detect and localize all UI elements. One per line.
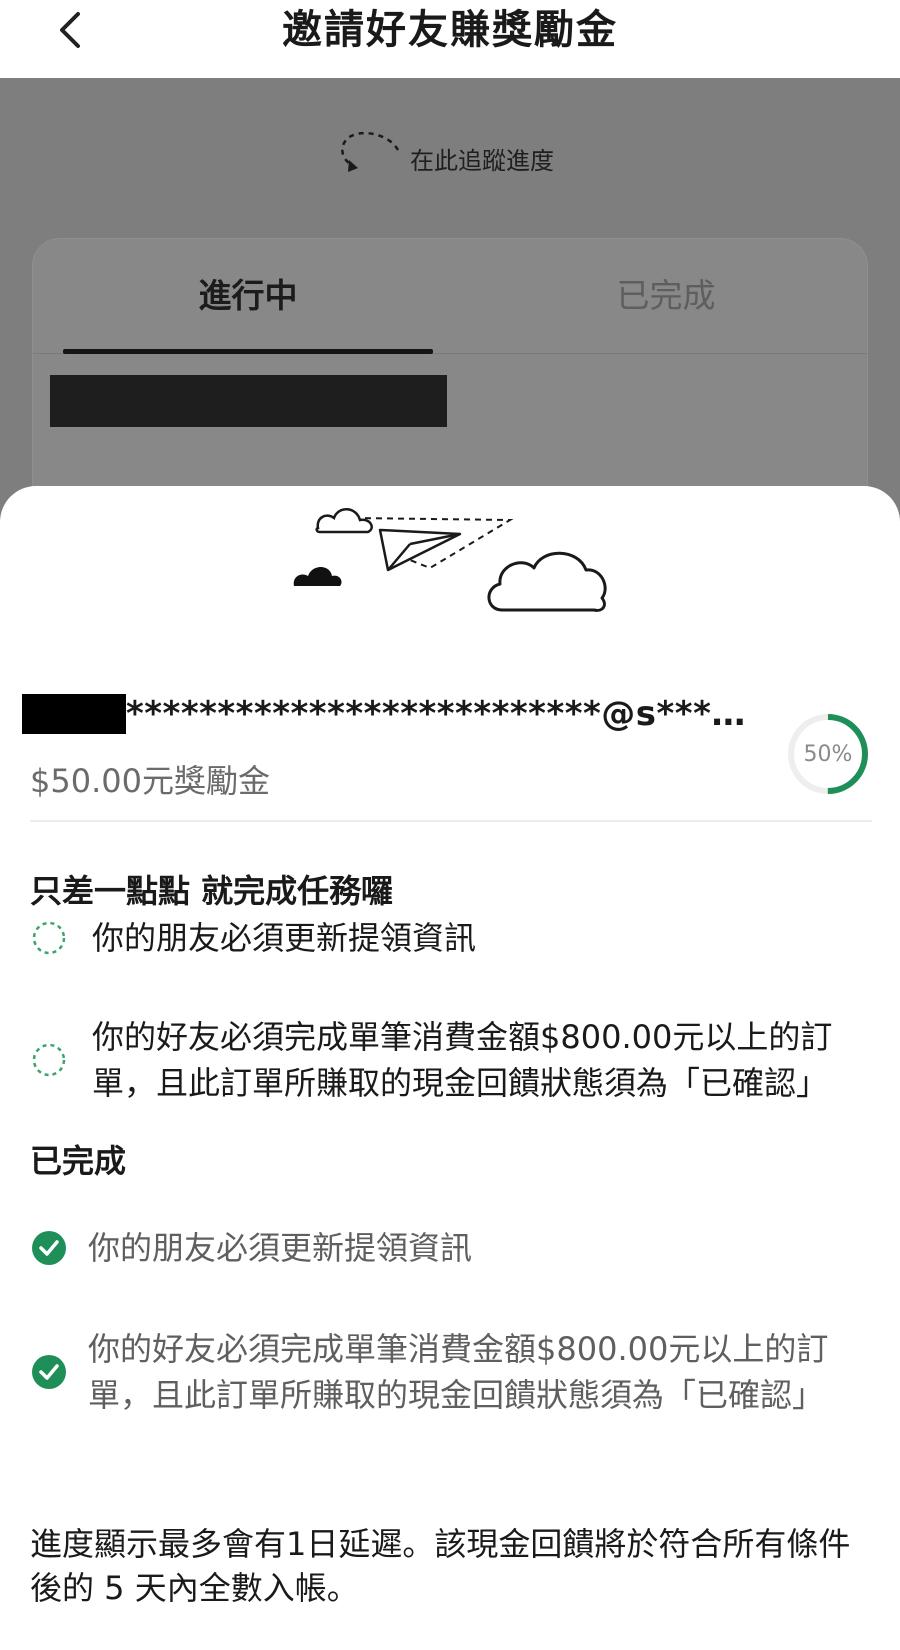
completed-task-2: 你的好友必須完成單筆消費金額$800.00元以上的訂單，且此訂單所賺取的現金回饋… (30, 1292, 872, 1452)
friend-email: **************************@s****... (126, 694, 750, 734)
pending-dashed-circle-icon (32, 921, 66, 955)
dashed-curved-arrow-icon (341, 132, 400, 172)
page-title: 邀請好友賺獎勵金 (282, 7, 618, 53)
completed-section-title: 已完成 (30, 1142, 127, 1180)
tab-in-progress[interactable]: 進行中 (63, 269, 433, 317)
check-circle-icon (32, 1355, 66, 1389)
pending-task-1: 你的朋友必須更新提領資訊 (30, 890, 872, 986)
redacted-email-prefix (22, 694, 126, 734)
reward-amount: $50.00元獎勵金 (30, 762, 270, 800)
pending-dashed-circle-icon (32, 1043, 66, 1077)
pending-task-text: 你的朋友必須更新提領資訊 (92, 919, 477, 957)
completed-task-text: 你的好友必須完成單筆消費金額$800.00元以上的訂單，且此訂單所賺取的現金回饋… (88, 1330, 829, 1414)
redacted-block (50, 375, 447, 427)
paper-plane-illustration (293, 508, 607, 612)
referral-detail-sheet: **************************@s****... $50.… (0, 486, 900, 1650)
completed-task-text: 你的朋友必須更新提領資訊 (88, 1229, 473, 1267)
app-header: 邀請好友賺獎勵金 (0, 0, 900, 78)
pending-task-2: 你的好友必須完成單筆消費金額$800.00元以上的訂單，且此訂單所賺取的現金回饋… (30, 980, 872, 1140)
pending-task-text: 你的好友必須完成單筆消費金額$800.00元以上的訂單，且此訂單所賺取的現金回饋… (92, 1018, 833, 1102)
check-circle-icon (32, 1231, 66, 1265)
track-progress-hint: 在此追蹤進度 (336, 128, 554, 178)
tab-completed[interactable]: 已完成 (481, 269, 851, 317)
divider (30, 820, 872, 822)
track-hint-text: 在此追蹤進度 (410, 146, 554, 175)
completed-task-1: 你的朋友必須更新提領資訊 (30, 1200, 872, 1296)
progress-label: 50% (803, 741, 853, 767)
active-tab-indicator (63, 349, 433, 354)
footer-note: 進度顯示最多會有1日延遲。該現金回饋將於符合所有條件後的 5 天內全數入帳。 (30, 1525, 851, 1607)
dimmed-background[interactable]: 在此追蹤進度 進行中 已完成 (0, 78, 900, 568)
